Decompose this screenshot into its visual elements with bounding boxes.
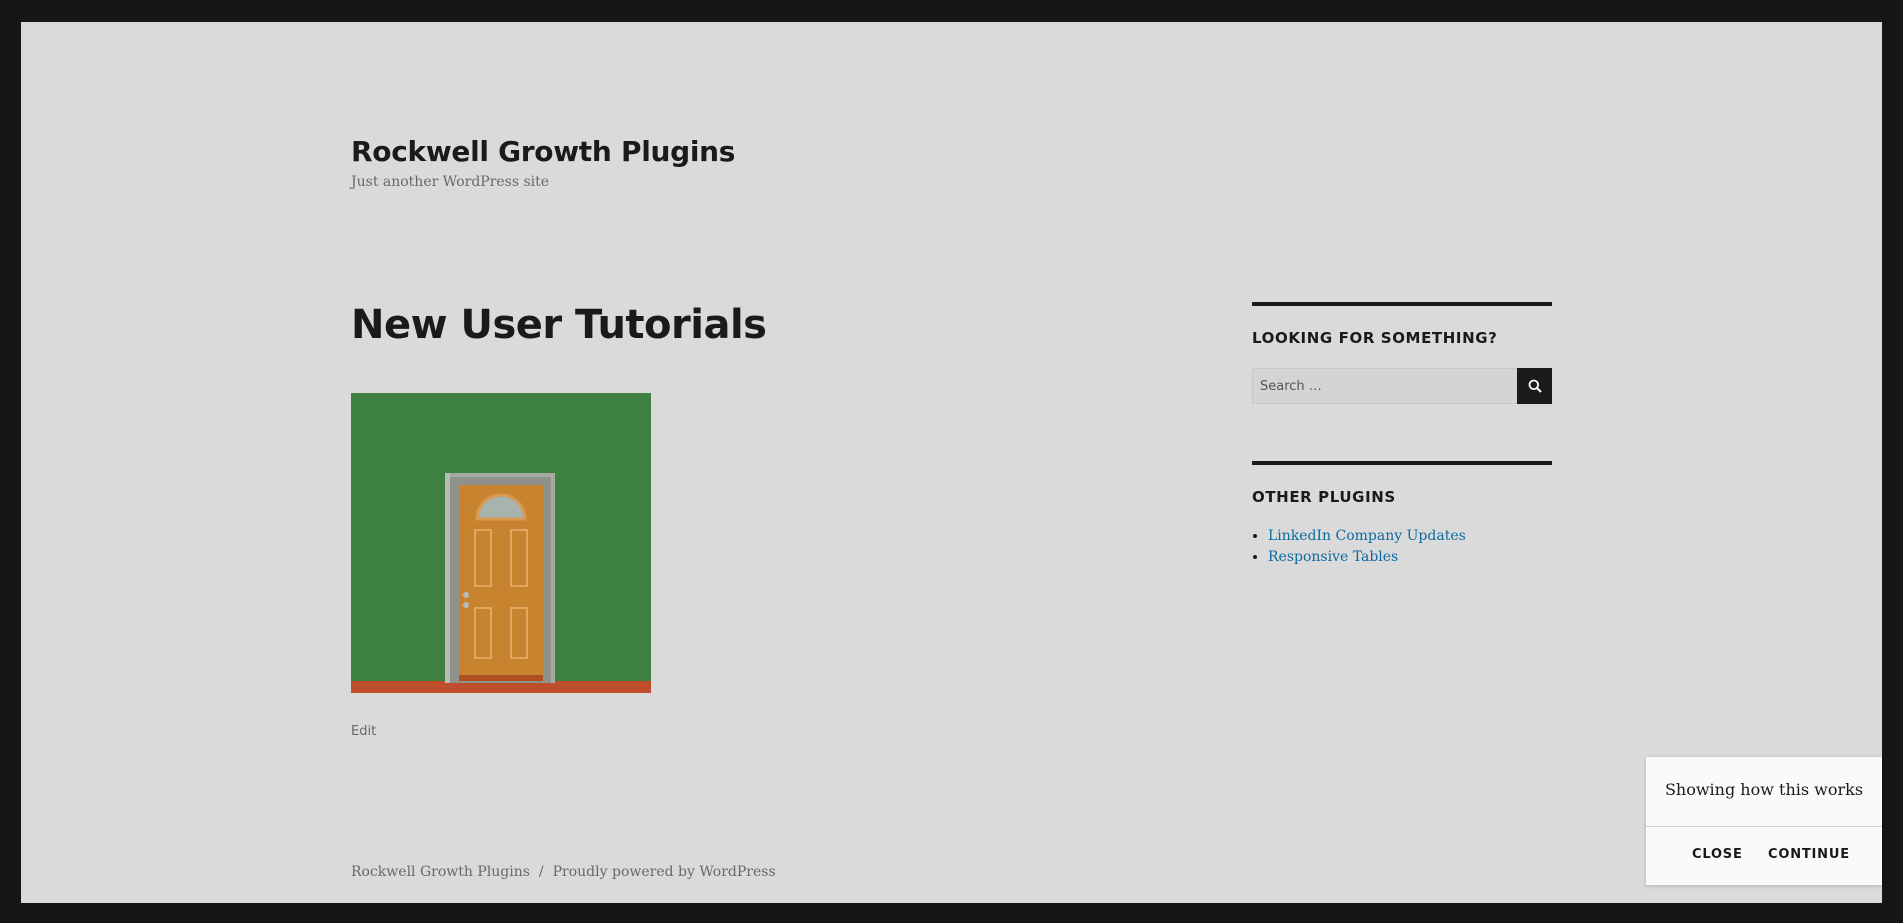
other-plugins-title: OTHER PLUGINS [1252,488,1396,506]
tour-close-button[interactable]: CLOSE [1692,847,1743,862]
other-plugins-widget: OTHER PLUGINS LinkedIn Company Updates R… [1252,461,1552,568]
page-title: New User Tutorials [351,302,767,348]
page-frame: Rockwell Growth Plugins Just another Wor… [21,22,1882,903]
plugin-link-linkedin[interactable]: LinkedIn Company Updates [1268,528,1466,544]
search-widget: LOOKING FOR SOMETHING? [1252,302,1552,404]
site-title[interactable]: Rockwell Growth Plugins [351,135,735,168]
search-form [1252,368,1552,404]
footer-site-link[interactable]: Rockwell Growth Plugins [351,864,530,880]
site-footer: Rockwell Growth Plugins / Proudly powered … [351,864,776,880]
search-button[interactable] [1517,368,1552,404]
tour-continue-button[interactable]: CONTINUE [1768,847,1850,862]
plugin-list: LinkedIn Company Updates Responsive Tabl… [1252,526,1552,568]
footer-powered-link[interactable]: Proudly powered by WordPress [553,864,776,880]
edit-link[interactable]: Edit [351,724,376,739]
tour-divider [1646,826,1882,827]
featured-image [351,393,651,693]
list-item: Responsive Tables [1268,547,1552,568]
plugin-link-responsive-tables[interactable]: Responsive Tables [1268,549,1398,565]
tour-message: Showing how this works [1664,780,1864,799]
list-item: LinkedIn Company Updates [1268,526,1552,547]
footer-separator: / [538,864,544,880]
search-icon [1528,379,1542,393]
search-input[interactable] [1252,368,1517,404]
tour-popup: Showing how this works CLOSE CONTINUE [1646,757,1882,885]
door-illustration-icon [351,393,651,693]
search-widget-title: LOOKING FOR SOMETHING? [1252,329,1498,347]
site-tagline: Just another WordPress site [351,174,550,190]
